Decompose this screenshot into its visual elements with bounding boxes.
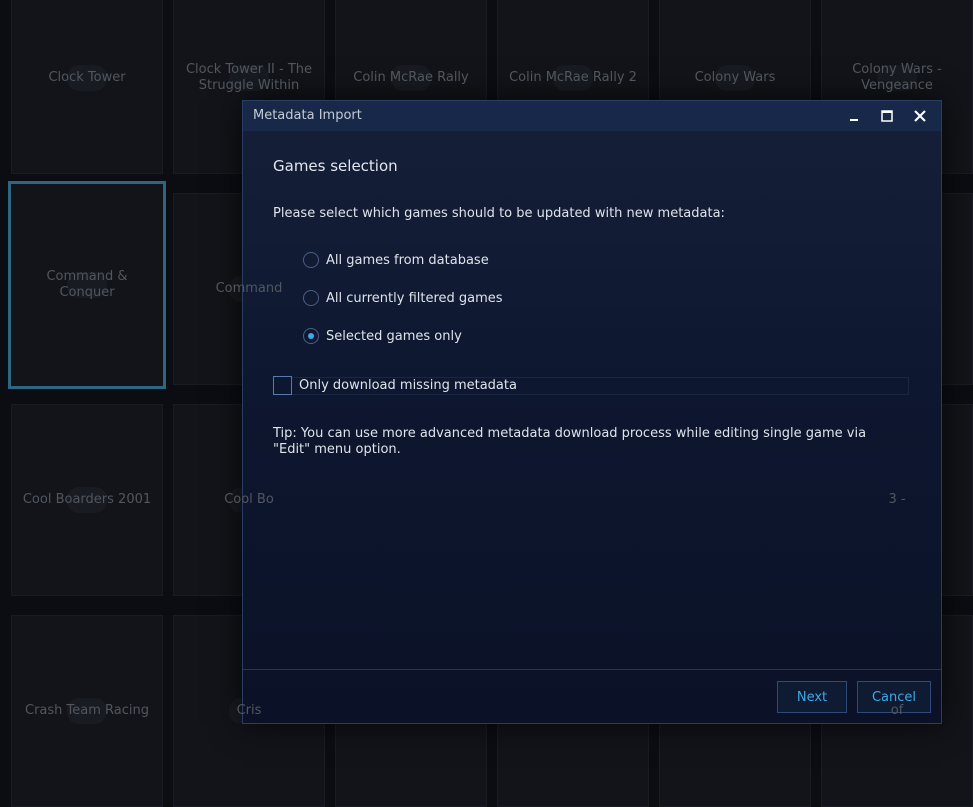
game-tile[interactable]: Crash Team Racing — [11, 615, 163, 807]
maximize-button[interactable] — [876, 106, 898, 126]
game-title: Crash Team Racing — [25, 703, 149, 718]
game-title: Cool Bo — [224, 492, 274, 507]
game-title: Clock Tower — [48, 70, 126, 85]
game-title: Command & Conquer — [46, 269, 128, 300]
game-title: Colin McRae Rally — [353, 70, 469, 85]
radio-filtered-games[interactable]: All currently filtered games — [303, 288, 503, 308]
game-title: Command — [215, 281, 283, 296]
footer-divider — [243, 669, 941, 670]
next-button[interactable]: Next — [777, 681, 847, 713]
radio-label: All games from database — [326, 252, 489, 268]
minimize-button[interactable] — [843, 106, 865, 126]
game-title: Clock Tower II - The Struggle Within — [185, 62, 313, 93]
radio-label: Selected games only — [326, 328, 462, 344]
minimize-icon — [850, 119, 858, 121]
game-tile[interactable]: Clock Tower — [11, 0, 163, 174]
radio-button[interactable] — [303, 252, 319, 268]
dialog-titlebar[interactable]: Metadata Import — [243, 101, 941, 131]
game-title: of — [890, 703, 904, 718]
game-title: Colony Wars - Vengeance — [852, 62, 942, 93]
radio-label: All currently filtered games — [326, 290, 503, 306]
tip-text: Tip: You can use more advanced metadata … — [273, 426, 867, 457]
radio-all-games[interactable]: All games from database — [303, 250, 489, 270]
section-title: Games selection — [273, 157, 398, 175]
selection-prompt: Please select which games should to be u… — [273, 206, 725, 221]
metadata-import-dialog: Metadata Import Games selection Please s… — [242, 100, 942, 724]
game-tile[interactable]: Command & Conquer — [8, 181, 166, 389]
checkbox-label: Only download missing metadata — [299, 377, 517, 393]
radio-selected-games[interactable]: Selected games only — [303, 326, 462, 346]
close-button[interactable] — [909, 106, 931, 126]
maximize-icon — [881, 110, 893, 122]
dialog-title: Metadata Import — [253, 108, 362, 123]
close-icon — [914, 110, 926, 122]
game-title: Colony Wars — [694, 70, 776, 85]
radio-button[interactable] — [303, 328, 319, 344]
missing-metadata-checkbox[interactable] — [273, 375, 292, 395]
missing-metadata-checkbox-row[interactable]: Only download missing metadata — [273, 375, 909, 395]
radio-button[interactable] — [303, 290, 319, 306]
game-title: Cris — [236, 703, 262, 718]
game-title: Colin McRae Rally 2 — [509, 70, 637, 85]
game-title: Cool Boarders 2001 — [22, 492, 152, 507]
game-tile[interactable]: Cool Boarders 2001 — [11, 404, 163, 596]
game-title: 3 - — [888, 492, 906, 507]
